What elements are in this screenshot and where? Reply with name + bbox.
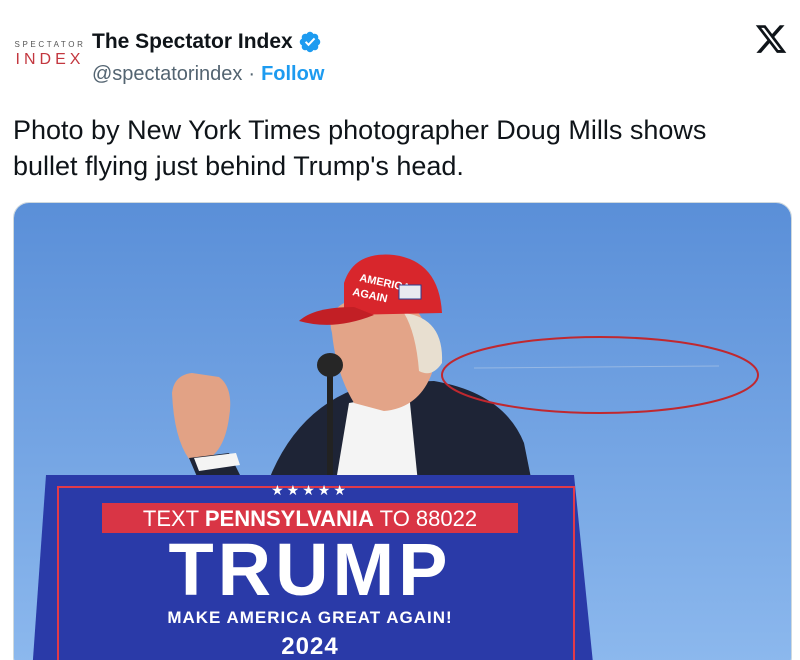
x-logo-icon[interactable] <box>754 22 788 56</box>
photo-image: AMERICA AGAIN ★★★★★ TEXT PENNSYLVANIA TO… <box>14 203 791 660</box>
tweet-photo[interactable]: AMERICA AGAIN ★★★★★ TEXT PENNSYLVANIA TO… <box>13 202 792 660</box>
avatar-logo-top: SPECTATOR <box>14 40 86 49</box>
podium-slogan: MAKE AMERICA GREAT AGAIN! <box>167 608 452 627</box>
avatar-logo-bottom: INDEX <box>15 51 85 68</box>
avatar[interactable]: SPECTATOR INDEX <box>10 40 90 72</box>
mic-stand <box>327 363 333 493</box>
verified-badge-icon <box>299 31 320 53</box>
follow-button[interactable]: Follow <box>261 63 324 86</box>
tweet-card: SPECTATOR INDEX The Spectator Index @spe… <box>0 0 800 660</box>
podium-main-text: TRUMP <box>168 528 451 611</box>
hat-flag-icon <box>398 284 422 300</box>
author-name-row: The Spectator Index <box>92 28 322 56</box>
podium-stars: ★★★★★ <box>271 482 349 498</box>
author-handle[interactable]: @spectatorindex <box>92 63 242 86</box>
separator-dot: · <box>248 62 256 85</box>
microphone-icon <box>317 353 343 377</box>
tweet-text: Photo by New York Times photographer Dou… <box>13 115 707 181</box>
author-handle-row: @spectatorindex · Follow <box>92 61 324 87</box>
podium-year: 2024 <box>281 633 338 660</box>
author-display-name[interactable]: The Spectator Index <box>92 30 293 54</box>
